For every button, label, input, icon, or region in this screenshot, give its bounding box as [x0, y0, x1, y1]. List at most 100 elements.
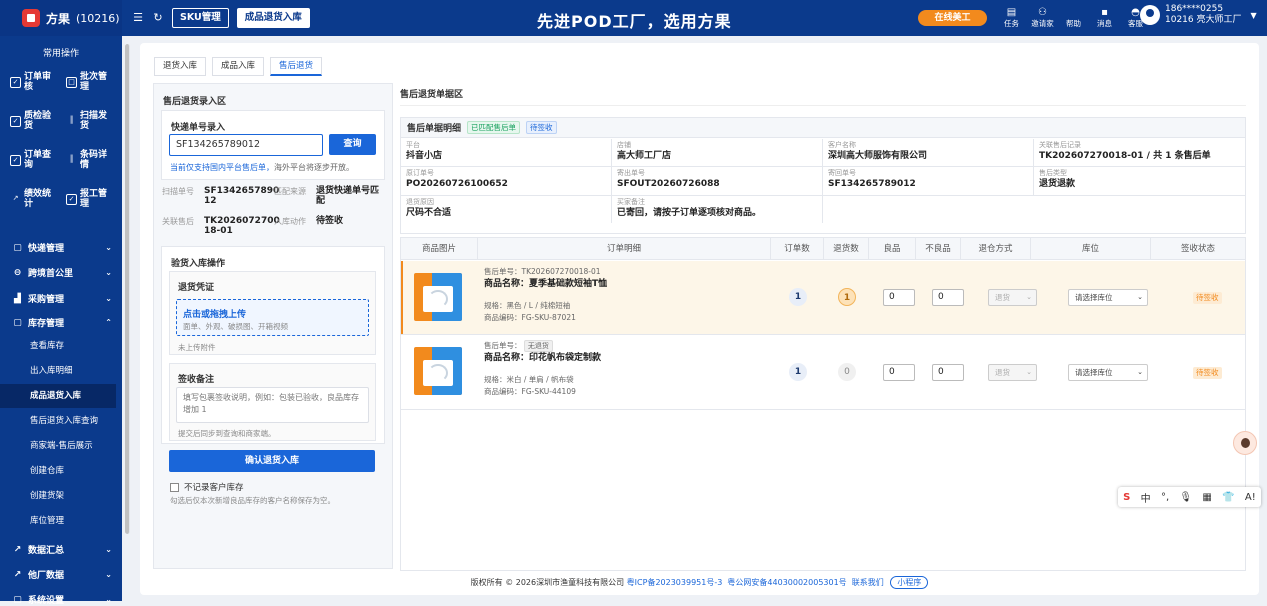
shop-value: 高大师工厂店: [617, 151, 672, 161]
cell-key: 售后类型: [1039, 169, 1067, 177]
sub-location-manage[interactable]: 库位管理: [0, 509, 116, 533]
cell-key: 客户名称: [828, 141, 856, 149]
menu-settings[interactable]: ▢ 系统设置 ⌄: [12, 593, 112, 606]
tab-finished-in[interactable]: 成品入库: [212, 57, 265, 76]
confirm-return-button[interactable]: 确认退货入库: [169, 450, 375, 472]
quick-batch[interactable]: □ 批次管理: [66, 72, 110, 92]
ime-toolbar: S 中 °, 🎙 ▦ 👕 A!: [1118, 487, 1261, 507]
express-input[interactable]: SF134265789012: [169, 134, 323, 156]
contact-link[interactable]: 联系我们: [852, 578, 884, 587]
skin-icon[interactable]: 👕: [1222, 492, 1234, 503]
tab-aftersale-return[interactable]: 售后退货: [270, 57, 323, 76]
upload-area[interactable]: 点击或拖拽上传 面单、外观、破损图、开箱视频: [176, 299, 369, 336]
quick-scan-ship[interactable]: ║ 扫描发货: [66, 111, 110, 131]
sogou-icon[interactable]: S: [1123, 492, 1130, 503]
sub-inout-detail[interactable]: 出入库明细: [0, 359, 116, 383]
no-record-checkbox-row[interactable]: 不记录客户库存: [170, 481, 244, 493]
location-select[interactable]: 请选择库位 ⌄: [1068, 364, 1148, 381]
bad-qty-input[interactable]: 0: [932, 364, 964, 381]
sub-create-shelf[interactable]: 创建货架: [0, 484, 116, 508]
user-menu[interactable]: 186****0255 10216 亮大师工厂 ▼: [1140, 4, 1257, 26]
ime-chinese-mode[interactable]: 中: [1141, 490, 1151, 505]
remark-textarea[interactable]: 填写包裹签收说明，例如：包装已验收，良品库存增加 1: [176, 387, 369, 423]
method-value: 退货: [995, 368, 1010, 377]
invite-button[interactable]: ⚇ 邀请家: [1027, 6, 1058, 28]
good-qty-input[interactable]: 0: [883, 364, 915, 381]
ai-icon[interactable]: A!: [1245, 492, 1256, 503]
box-icon: ▢: [13, 594, 22, 605]
return-no-value: SF134265789012: [828, 179, 916, 189]
table-row[interactable]: 售后单号： 无退货 商品名称：印花帆布袋定制款 规格：米白 / 单肩 / 帆布袋…: [401, 335, 1245, 410]
menu-other-factory[interactable]: ↗ 他厂数据 ⌄: [12, 568, 112, 582]
col-orders: 订单数: [771, 238, 824, 260]
menu-express[interactable]: ▢ 快递管理 ⌄: [12, 241, 112, 255]
brand-logo-icon: [22, 9, 40, 27]
message-button[interactable]: ▪ 消息: [1089, 6, 1120, 28]
doc-detail-title: 售后单据明细: [407, 124, 462, 134]
after-no: 售后单号：TK202607270018-01: [484, 267, 601, 276]
product-spec: 规格：黑色 / L / 纯棉短袖: [484, 301, 571, 310]
query-button[interactable]: 查询: [329, 134, 376, 155]
express-title: 快递单号录入: [171, 123, 226, 133]
online-designer-button[interactable]: 在线美工: [918, 10, 987, 26]
related-after-value: TK202607270018-01 / 共 1 条售后单: [1039, 151, 1211, 161]
cell-key: 退货原因: [406, 198, 434, 206]
refresh-icon[interactable]: ↻: [152, 12, 164, 24]
express-entry-box: 快递单号录入 SF134265789012 查询 当前仅支持国内平台售后单，海外…: [161, 110, 385, 180]
quick-work-report[interactable]: ✓ 报工管理: [66, 189, 110, 209]
menu-purchase[interactable]: ▟ 采购管理 ⌄: [12, 292, 112, 306]
sub-aftersale-query[interactable]: 售后退货入库查询: [0, 409, 116, 433]
good-qty-input[interactable]: 0: [883, 289, 915, 306]
chart-icon: ↗: [13, 569, 22, 580]
location-select[interactable]: 请选择库位 ⌄: [1068, 289, 1148, 306]
message-label: 消息: [1097, 19, 1112, 28]
bad-qty-input[interactable]: 0: [932, 289, 964, 306]
status-badge: 待签收: [1193, 292, 1222, 304]
icp-link[interactable]: 粤ICP备2023039951号-3: [627, 578, 723, 587]
method-select[interactable]: 退货 ⌄: [988, 289, 1037, 306]
tab-return-in[interactable]: 成品退货入库: [236, 8, 310, 28]
entry-title: 售后退货录入区: [163, 97, 227, 107]
no-return-chip: 无退货: [523, 340, 553, 352]
assistant-avatar-icon[interactable]: [1233, 431, 1257, 455]
sub-merchant-aftersale[interactable]: 商家端-售后展示: [0, 434, 116, 458]
help-button[interactable]: 帮助: [1058, 6, 1089, 28]
menu-data-summary[interactable]: ↗ 数据汇总 ⌄: [12, 543, 112, 557]
quick-label: 绩效统计: [24, 189, 52, 209]
help-label: 帮助: [1066, 19, 1081, 28]
col-good: 良品: [869, 238, 916, 260]
method-select[interactable]: 退货 ⌄: [988, 364, 1037, 381]
ime-punct-icon[interactable]: °,: [1161, 492, 1169, 503]
location-value: 请选择库位: [1075, 293, 1113, 302]
tab-return-in[interactable]: 退货入库: [154, 57, 207, 76]
no-record-checkbox[interactable]: [170, 482, 179, 492]
chevron-down-icon: ⌄: [1026, 293, 1032, 301]
quick-performance[interactable]: ↗ 绩效统计: [10, 189, 54, 209]
mic-icon[interactable]: 🎙: [1179, 492, 1192, 503]
menu-inventory[interactable]: ▢ 库存管理 ⌃: [12, 316, 112, 330]
sidebar-scrollbar[interactable]: [122, 36, 132, 601]
chevron-down-icon: ⌄: [1137, 293, 1143, 301]
brand[interactable]: 方果 (10216): [0, 0, 122, 36]
menu-crossborder[interactable]: ⊖ 跨境首公里 ⌄: [12, 266, 112, 280]
quick-order-review[interactable]: ✓ 订单审核: [10, 72, 54, 92]
task-button[interactable]: ▤ 任务: [996, 6, 1027, 28]
police-link[interactable]: 粤公网安备44030002005301号: [727, 578, 846, 587]
task-icon: ▤: [1006, 7, 1017, 18]
tab-sku[interactable]: SKU管理: [172, 8, 229, 28]
mini-program-button[interactable]: 小程序: [890, 576, 929, 589]
quick-order-query[interactable]: ✓ 订单查询: [10, 150, 54, 170]
menu-toggle-icon[interactable]: ☰: [132, 12, 144, 24]
quick-qc[interactable]: ✓ 质检验货: [10, 111, 54, 131]
user-phone: 186****0255: [1165, 4, 1224, 14]
quick-barcode[interactable]: ║ 条码详情: [66, 150, 110, 170]
sub-return-in[interactable]: 成品退货入库: [0, 384, 116, 408]
upload-sub: 面单、外观、破损图、开箱视频: [183, 322, 288, 331]
chevron-down-icon: ⌄: [105, 570, 112, 579]
chevron-down-icon: ⌄: [105, 595, 112, 604]
keyboard-icon[interactable]: ▦: [1202, 492, 1211, 503]
product-name: 商品名称：印花帆布袋定制款: [484, 353, 602, 363]
sub-create-warehouse[interactable]: 创建仓库: [0, 459, 116, 483]
table-row[interactable]: 售后单号：TK202607270018-01 商品名称：夏季基础款短袖T恤 规格…: [401, 261, 1245, 335]
sub-view-inventory[interactable]: 查看库存: [0, 334, 116, 358]
